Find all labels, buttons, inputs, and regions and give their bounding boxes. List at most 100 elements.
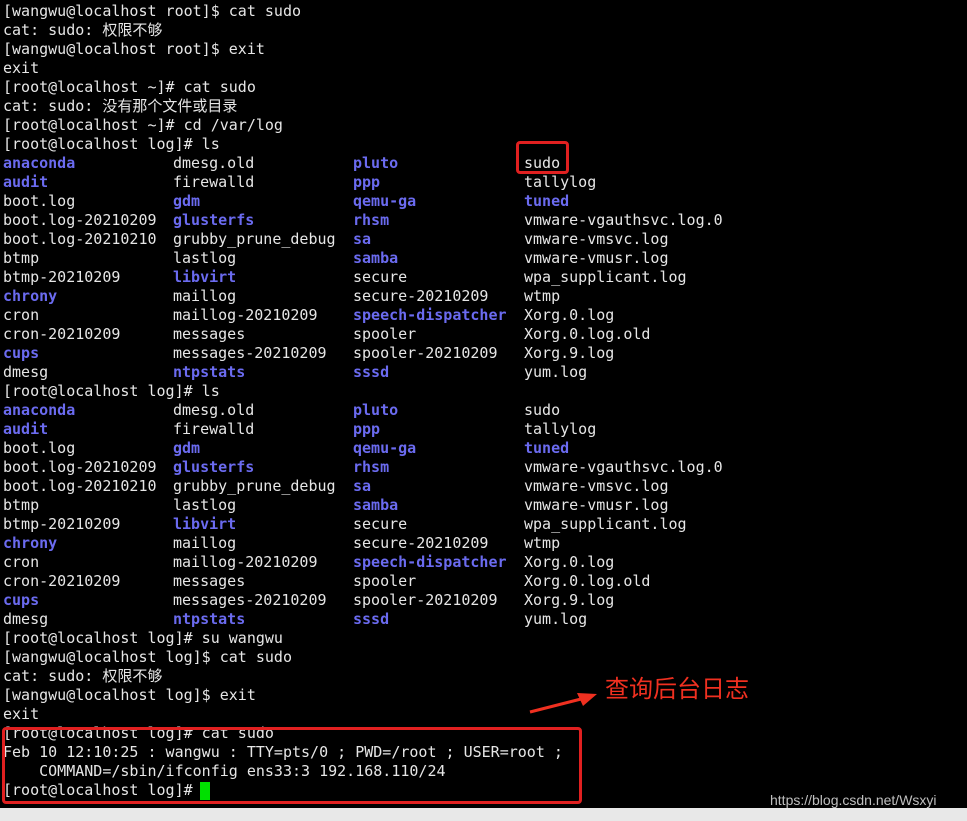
terminal-window[interactable]: [wangwu@localhost root]$ cat sudo cat: su… (0, 0, 967, 808)
ls-output-row: boot.log-20210209 glusterfs rhsm vmware-vga… (0, 458, 967, 477)
ls-output-row: chrony maillog secure-20210209 wtmp (0, 287, 967, 306)
sudo-file-highlight-box (516, 141, 569, 174)
file-entry: yum.log (524, 610, 588, 628)
terminal-line: [wangwu@localhost root]$ cat sudo (3, 2, 302, 20)
ls-output-row: dmesg ntpstats sssd yum.log (0, 610, 967, 629)
directory-entry: speech-dispatcher (353, 553, 507, 571)
file-entry: maillog (173, 534, 237, 552)
directory-entry: samba (353, 249, 399, 267)
terminal-line: cat: sudo: 没有那个文件或目录 (3, 97, 238, 115)
directory-entry: ppp (353, 173, 381, 191)
directory-entry: rhsm (353, 211, 390, 229)
file-entry: spooler (353, 572, 417, 590)
file-entry: sudo (524, 401, 561, 419)
directory-entry: tuned (524, 192, 570, 210)
terminal-line: [root@localhost ~]# cat sudo (3, 78, 256, 96)
ls-output-row: chrony maillog secure-20210209 wtmp (0, 534, 967, 553)
terminal-line: exit (3, 705, 40, 723)
file-entry: lastlog (173, 496, 237, 514)
file-entry: btmp-20210209 (3, 268, 121, 286)
directory-entry: rhsm (353, 458, 390, 476)
directory-entry: sssd (353, 363, 390, 381)
ls-output-row: boot.log-20210210 grubby_prune_debug sa vmw… (0, 230, 967, 249)
window-bottom-edge (0, 808, 967, 821)
file-entry: btmp-20210209 (3, 515, 121, 533)
directory-entry: ntpstats (173, 610, 246, 628)
file-entry: boot.log-20210210 (3, 477, 157, 495)
directory-entry: sssd (353, 610, 390, 628)
directory-entry: qemu-ga (353, 439, 417, 457)
file-entry: firewalld (173, 173, 255, 191)
file-entry: vmware-vgauthsvc.log.0 (524, 211, 723, 229)
directory-entry: gdm (173, 439, 201, 457)
file-entry: boot.log (3, 439, 76, 457)
terminal-line: [wangwu@localhost log]$ cat sudo (3, 648, 292, 666)
ls-output-row: cron-20210209 messages spooler Xorg.0.log.o… (0, 572, 967, 591)
file-entry: grubby_prune_debug (173, 230, 336, 248)
terminal-line: [wangwu@localhost log]$ exit (3, 686, 256, 704)
ls-output-row: cron maillog-20210209 speech-dispatcher Xor… (0, 306, 967, 325)
file-entry: lastlog (173, 249, 237, 267)
file-entry: maillog-20210209 (173, 306, 318, 324)
ls-output-row: btmp lastlog samba vmware-vmusr.log (0, 249, 967, 268)
file-entry: vmware-vgauthsvc.log.0 (524, 458, 723, 476)
file-entry: cron (3, 553, 40, 571)
sudo-log-highlight-box (2, 727, 582, 804)
watermark-text: https://blog.csdn.net/Wsxyi (770, 792, 937, 808)
directory-entry: sa (353, 230, 372, 248)
file-entry: dmesg.old (173, 154, 255, 172)
file-entry: Xorg.0.log.old (524, 325, 651, 343)
file-entry: vmware-vmsvc.log (524, 230, 669, 248)
directory-entry: pluto (353, 401, 399, 419)
file-entry: boot.log-20210210 (3, 230, 157, 248)
file-entry: cron (3, 306, 40, 324)
directory-entry: chrony (3, 287, 58, 305)
ls-output-row: boot.log-20210209 glusterfs rhsm vmware-vga… (0, 211, 967, 230)
file-entry: vmware-vmusr.log (524, 496, 669, 514)
file-entry: Xorg.9.log (524, 344, 615, 362)
file-entry: btmp (3, 496, 40, 514)
ls-output-row: anaconda dmesg.old pluto sudo (0, 154, 967, 173)
file-entry: cron-20210209 (3, 572, 121, 590)
directory-entry: qemu-ga (353, 192, 417, 210)
file-entry: messages (173, 325, 246, 343)
ls-output-row: boot.log-20210210 grubby_prune_debug sa vmw… (0, 477, 967, 496)
directory-entry: cups (3, 344, 40, 362)
ls-output-row: btmp-20210209 libvirt secure wpa_supplicant… (0, 268, 967, 287)
directory-entry: chrony (3, 534, 58, 552)
directory-entry: anaconda (3, 401, 76, 419)
file-entry: wpa_supplicant.log (524, 515, 687, 533)
file-entry: messages-20210209 (173, 344, 327, 362)
ls-output-row: dmesg ntpstats sssd yum.log (0, 363, 967, 382)
file-entry: cron-20210209 (3, 325, 121, 343)
terminal-line: [root@localhost ~]# cd /var/log (3, 116, 283, 134)
directory-entry: libvirt (173, 515, 237, 533)
file-entry: boot.log-20210209 (3, 211, 157, 229)
ls-output-row: btmp-20210209 libvirt secure wpa_supplicant… (0, 515, 967, 534)
terminal-line: [root@localhost log]# ls (3, 135, 220, 153)
directory-entry: glusterfs (173, 211, 255, 229)
ls-output-row: audit firewalld ppp tallylog (0, 420, 967, 439)
terminal-line: exit (3, 59, 40, 77)
annotation-arrow-icon (529, 693, 597, 714)
directory-entry: libvirt (173, 268, 237, 286)
directory-entry: glusterfs (173, 458, 255, 476)
directory-entry: speech-dispatcher (353, 306, 507, 324)
directory-entry: ntpstats (173, 363, 246, 381)
file-entry: dmesg (3, 363, 49, 381)
file-entry: dmesg.old (173, 401, 255, 419)
file-entry: boot.log (3, 192, 76, 210)
file-entry: secure (353, 515, 408, 533)
file-entry: messages-20210209 (173, 591, 327, 609)
file-entry: Xorg.0.log (524, 306, 615, 324)
directory-entry: cups (3, 591, 40, 609)
directory-entry: sa (353, 477, 372, 495)
file-entry: secure (353, 268, 408, 286)
file-entry: boot.log-20210209 (3, 458, 157, 476)
terminal-line: [root@localhost log]# su wangwu (3, 629, 283, 647)
file-entry: secure-20210209 (353, 534, 489, 552)
ls-output-row: cron maillog-20210209 speech-dispatcher Xor… (0, 553, 967, 572)
ls-output-row: boot.log gdm qemu-ga tuned (0, 439, 967, 458)
directory-entry: samba (353, 496, 399, 514)
directory-entry: audit (3, 420, 49, 438)
